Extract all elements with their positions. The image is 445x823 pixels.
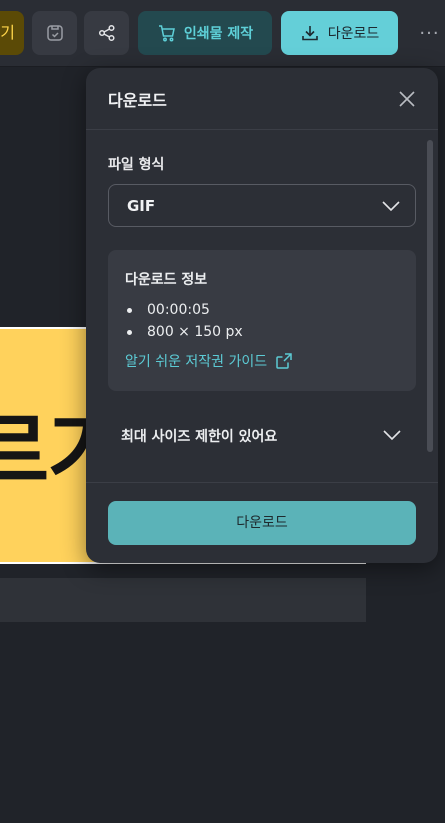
copyright-guide-link[interactable]: 알기 쉬운 저작권 가이드 [125, 351, 293, 371]
partial-yellow-button-label: 기 [0, 23, 15, 42]
footer-divider [86, 482, 438, 483]
panel-header: 다운로드 [86, 68, 438, 130]
print-order-button[interactable]: 인쇄물 제작 [138, 11, 272, 55]
file-format-label: 파일 형식 [108, 157, 165, 173]
file-format-value: GIF [127, 197, 156, 215]
panel-title: 다운로드 [108, 91, 167, 110]
download-info-list: 00:00:05 800 × 150 px [125, 299, 243, 343]
close-icon[interactable] [396, 88, 418, 110]
external-link-icon [276, 353, 292, 369]
chevron-down-icon [382, 201, 400, 212]
partial-yellow-button[interactable]: 기 [0, 11, 24, 55]
download-info-title: 다운로드 정보 [125, 272, 208, 288]
download-info-box: 다운로드 정보 00:00:05 800 × 150 px 알기 쉬운 저작권 … [108, 250, 416, 391]
more-icon: ··· [419, 22, 440, 44]
size-limit-label: 최대 사이즈 제한이 있어요 [121, 429, 278, 445]
download-icon [301, 26, 318, 41]
download-button[interactable]: 다운로드 [108, 501, 416, 545]
info-duration: 00:00:05 [125, 299, 243, 321]
info-dimensions: 800 × 150 px [125, 321, 243, 343]
size-limit-accordion[interactable]: 최대 사이즈 제한이 있어요 [108, 414, 416, 458]
share-icon [98, 24, 115, 42]
download-panel: 다운로드 파일 형식 GIF 다운로드 정보 00:00:05 800 × 15… [86, 68, 438, 563]
toolbar-download-button[interactable]: 다운로드 [281, 11, 398, 55]
save-button[interactable] [32, 11, 77, 55]
chevron-down-icon [383, 430, 401, 441]
toolbar-download-label: 다운로드 [327, 26, 380, 42]
canvas-strip [0, 578, 366, 622]
copyright-guide-label: 알기 쉬운 저작권 가이드 [125, 354, 268, 370]
save-icon [46, 25, 63, 41]
panel-scrollbar[interactable] [427, 140, 433, 452]
print-order-label: 인쇄물 제작 [183, 26, 254, 42]
cart-icon [158, 25, 175, 42]
more-button[interactable]: ··· [414, 11, 445, 55]
file-format-select[interactable]: GIF [108, 184, 416, 227]
share-button[interactable] [84, 11, 129, 55]
top-toolbar: 기 인쇄물 제작 다운로드 ··· [0, 0, 445, 67]
